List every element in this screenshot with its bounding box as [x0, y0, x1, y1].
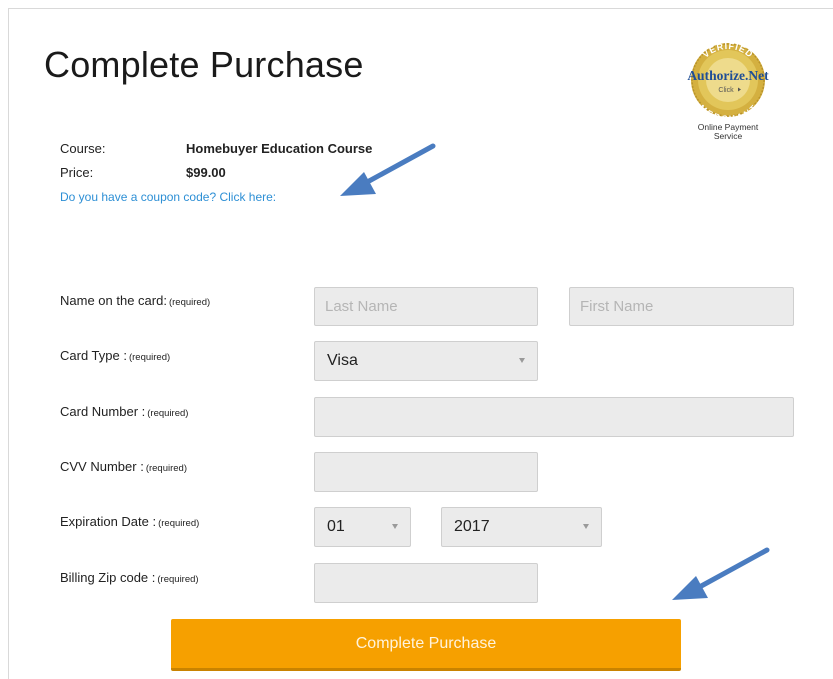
name-on-card-label: Name on the card: (required) — [60, 293, 211, 308]
required-note: (required) — [157, 574, 199, 585]
expiration-date-label: Expiration Date : (required) — [60, 514, 200, 529]
price-label: Price: — [60, 165, 94, 180]
billing-zip-label: Billing Zip code : (required) — [60, 570, 199, 585]
authorize-net-seal[interactable]: VERIFIED MERCHANT Authorize.Net Click On… — [683, 41, 773, 141]
chevron-down-icon — [392, 524, 398, 529]
price-value: $99.00 — [186, 165, 226, 180]
seal-click-text: Click — [718, 87, 734, 94]
coupon-link[interactable]: Do you have a coupon code? Click here: — [60, 190, 276, 204]
exp-month-select[interactable]: 01 — [314, 507, 411, 547]
required-note: (required) — [147, 408, 189, 419]
last-name-input[interactable] — [314, 287, 538, 326]
card-number-input[interactable] — [314, 397, 794, 437]
seal-caption: Online Payment Service — [683, 123, 773, 141]
exp-year-select[interactable]: 2017 — [441, 507, 602, 547]
required-note: (required) — [158, 518, 200, 529]
page-title: Complete Purchase — [44, 44, 364, 85]
complete-purchase-button[interactable]: Complete Purchase — [171, 619, 681, 671]
chevron-down-icon — [519, 358, 525, 363]
card-type-select[interactable]: Visa — [314, 341, 538, 381]
arrow-icon — [672, 547, 770, 600]
billing-zip-input[interactable] — [314, 563, 538, 603]
required-note: (required) — [128, 352, 171, 363]
chevron-down-icon — [583, 524, 589, 529]
card-type-label: Card Type : (required) — [60, 348, 171, 363]
course-label: Course: — [60, 141, 106, 156]
cvv-input[interactable] — [314, 452, 538, 492]
seal-caption-line2: Service — [713, 131, 743, 141]
seal-brand-text: Authorize.Net — [687, 68, 769, 83]
first-name-input[interactable] — [569, 287, 794, 326]
arrow-icon — [340, 143, 436, 196]
required-note: (required) — [145, 463, 187, 474]
authorize-net-seal-icon: VERIFIED MERCHANT Authorize.Net Click — [687, 41, 769, 124]
cvv-label: CVV Number : (required) — [60, 459, 187, 474]
required-note: (required) — [168, 297, 211, 308]
exp-year-value: 2017 — [454, 518, 490, 535]
card-type-value: Visa — [327, 352, 358, 369]
card-number-label: Card Number : (required) — [60, 404, 189, 419]
exp-month-value: 01 — [327, 518, 345, 535]
